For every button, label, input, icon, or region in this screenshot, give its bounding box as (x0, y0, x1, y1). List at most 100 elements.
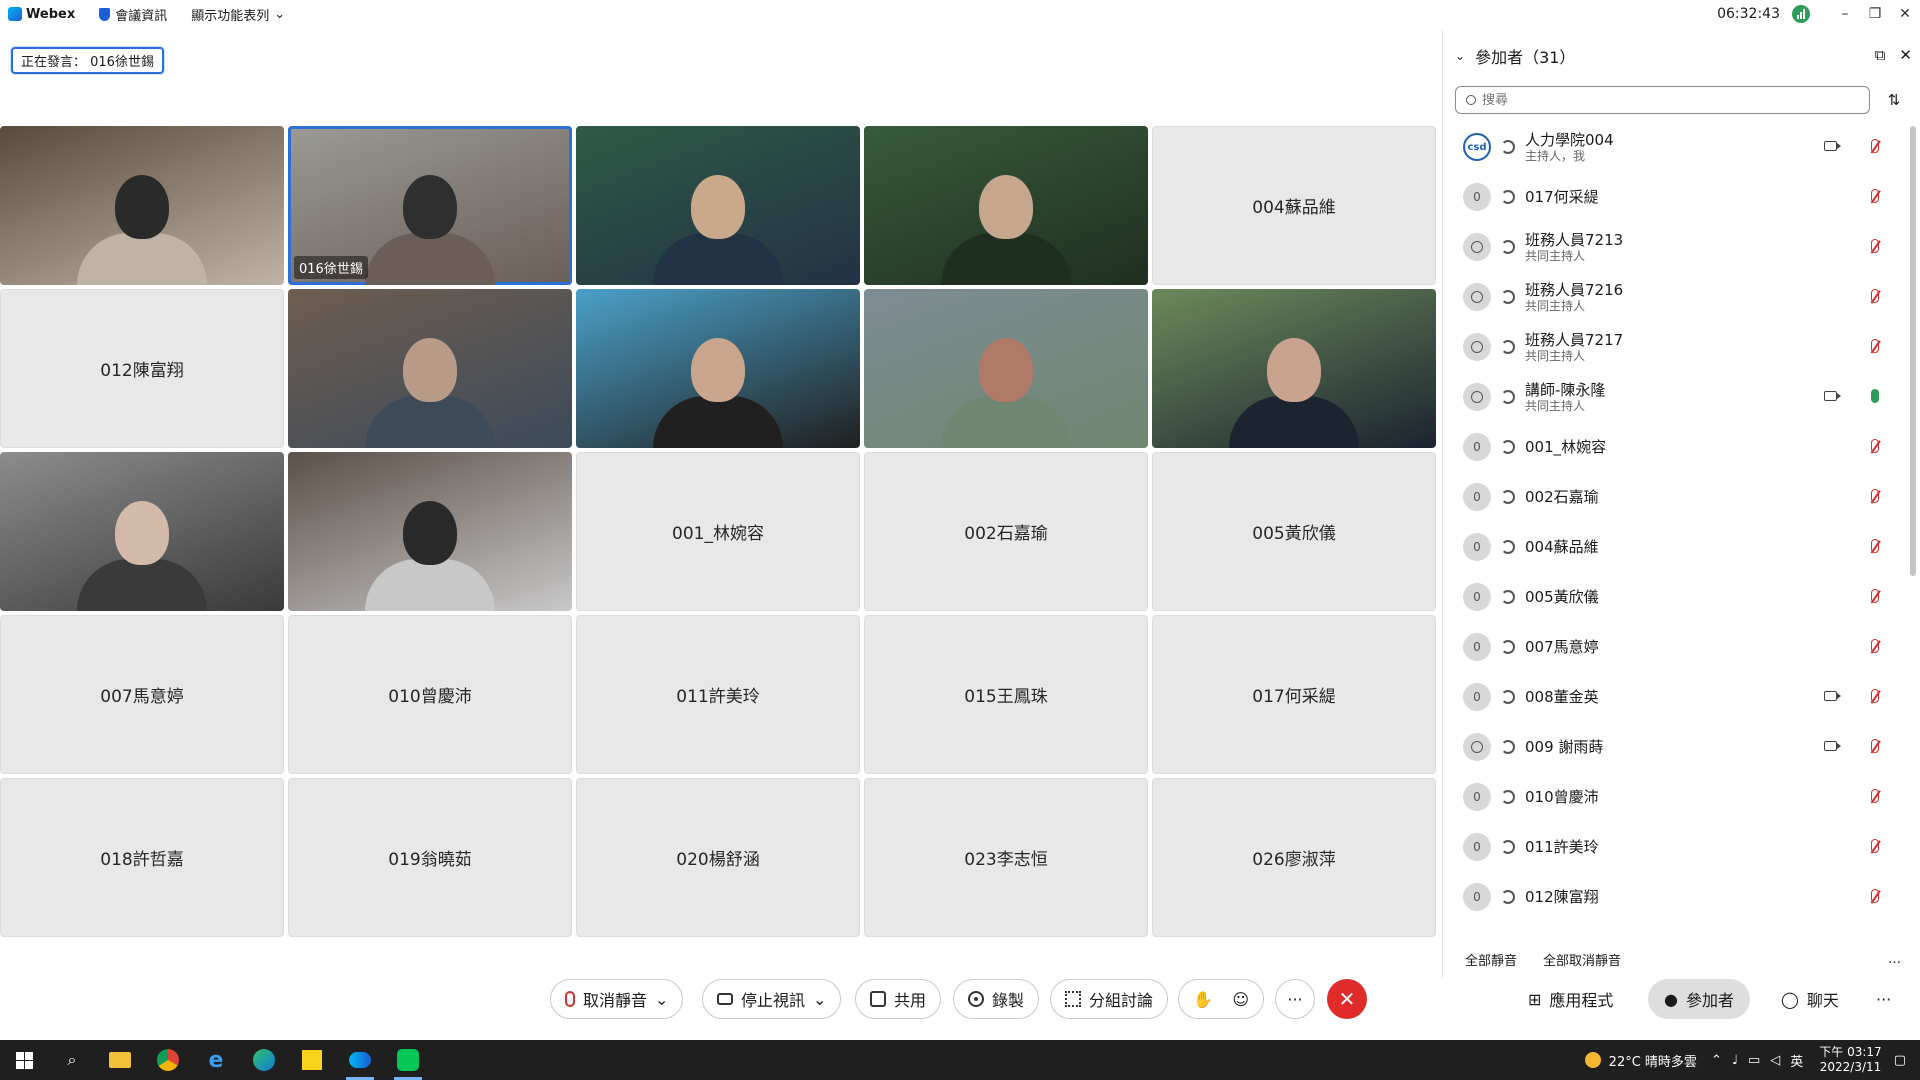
taskbar-chrome[interactable] (144, 1040, 192, 1080)
participant-tile[interactable]: 017何采緹 (1152, 615, 1436, 774)
participant-search[interactable] (1455, 86, 1870, 114)
unmute-button[interactable]: 取消靜音 ⌄ (550, 979, 684, 1019)
participant-tile[interactable]: 026廖淑萍 (1152, 778, 1436, 937)
network-health-icon[interactable] (1792, 5, 1810, 23)
participant-video-tile[interactable] (576, 126, 860, 285)
mic-icon[interactable] (1871, 389, 1879, 403)
taskbar-clock[interactable]: 下午 03:17 2022/3/11 (1819, 1045, 1881, 1075)
participant-tile[interactable]: 020楊舒涵 (576, 778, 860, 937)
mute-all-button[interactable]: 全部靜音 (1465, 950, 1517, 969)
participant-video-tile[interactable] (864, 289, 1148, 448)
taskbar-line[interactable] (384, 1040, 432, 1080)
sort-icon[interactable]: ⇅ (1880, 91, 1908, 109)
muted-mic-icon[interactable] (1871, 689, 1879, 703)
minimize-icon[interactable]: – (1830, 0, 1860, 28)
participant-video-tile[interactable] (576, 289, 860, 448)
chevron-down-icon[interactable]: ⌄ (655, 990, 668, 1009)
meeting-info-button[interactable]: 會議資訊 (99, 5, 167, 24)
participant-row[interactable]: 0 002石嘉瑜 (1443, 472, 1907, 522)
chevron-up-icon[interactable]: ⌃ (1711, 1053, 1722, 1068)
participant-video-tile[interactable] (0, 126, 284, 285)
participant-row[interactable]: 講師-陳永隆 共同主持人 (1443, 372, 1907, 422)
muted-mic-icon[interactable] (1871, 189, 1879, 203)
stop-video-button[interactable]: 停止視訊 ⌄ (702, 979, 842, 1019)
participant-row[interactable]: 班務人員7213 共同主持人 (1443, 222, 1907, 272)
close-window-icon[interactable]: ✕ (1890, 0, 1920, 28)
participant-row[interactable]: 0 012陳富翔 (1443, 872, 1907, 922)
muted-mic-icon[interactable] (1871, 539, 1879, 553)
notification-icon[interactable]: ▢ (1894, 1053, 1906, 1068)
participant-row[interactable]: 0 010曾慶沛 (1443, 772, 1907, 822)
participant-video-tile[interactable] (0, 452, 284, 611)
participant-video-tile[interactable] (288, 452, 572, 611)
taskbar-ie[interactable]: e (192, 1040, 240, 1080)
muted-mic-icon[interactable] (1871, 439, 1879, 453)
participant-tile[interactable]: 002石嘉瑜 (864, 452, 1148, 611)
search-taskbar-button[interactable]: ⌕ (48, 1040, 96, 1080)
overflow-menu-button[interactable]: ··· (1860, 979, 1907, 1019)
muted-mic-icon[interactable] (1871, 339, 1879, 353)
participant-list-scrollbar[interactable] (1910, 126, 1916, 576)
start-button[interactable] (0, 1040, 48, 1080)
pop-out-icon[interactable]: ⧉ (1875, 46, 1886, 64)
muted-mic-icon[interactable] (1871, 289, 1879, 303)
participant-tile[interactable]: 007馬意婷 (0, 615, 284, 774)
apps-button[interactable]: ⊞ 應用程式 (1512, 979, 1629, 1019)
participant-row[interactable]: 0 001_林婉容 (1443, 422, 1907, 472)
participant-row[interactable]: 0 008董金英 (1443, 672, 1907, 722)
participant-row[interactable]: 0 017何采緹 (1443, 172, 1907, 222)
participant-row[interactable]: 0 005黃欣儀 (1443, 572, 1907, 622)
network-icon[interactable]: ▭ (1748, 1053, 1760, 1068)
participant-tile[interactable]: 019翁曉茹 (288, 778, 572, 937)
unmute-all-button[interactable]: 全部取消靜音 (1543, 950, 1621, 969)
participant-tile[interactable]: 011許美玲 (576, 615, 860, 774)
participant-tile[interactable]: 023李志恒 (864, 778, 1148, 937)
muted-mic-icon[interactable] (1871, 239, 1879, 253)
taskbar-sticky-notes[interactable] (288, 1040, 336, 1080)
muted-mic-icon[interactable] (1871, 789, 1879, 803)
breakout-button[interactable]: 分組討論 (1050, 979, 1169, 1019)
participant-tile[interactable]: 015王鳳珠 (864, 615, 1148, 774)
panel-more-button[interactable]: … (1888, 952, 1901, 967)
participant-video-tile[interactable] (864, 126, 1148, 285)
participant-tile[interactable]: 018許哲嘉 (0, 778, 284, 937)
muted-mic-icon[interactable] (1871, 889, 1879, 903)
participant-video-tile[interactable] (1152, 289, 1436, 448)
record-button[interactable]: 錄製 (953, 979, 1040, 1019)
reactions-icon[interactable]: ☺ (1232, 990, 1249, 1009)
participant-row[interactable]: 班務人員7217 共同主持人 (1443, 322, 1907, 372)
muted-mic-icon[interactable] (1871, 589, 1879, 603)
participant-tile[interactable]: 012陳富翔 (0, 289, 284, 448)
chevron-down-icon[interactable]: ⌄ (813, 990, 826, 1009)
share-button[interactable]: 共用 (855, 979, 942, 1019)
participant-row[interactable]: 0 004蘇品維 (1443, 522, 1907, 572)
participant-tile[interactable]: 001_林婉容 (576, 452, 860, 611)
participants-button[interactable]: ● 參加者 (1648, 979, 1750, 1019)
participant-tile[interactable]: 005黃欣儀 (1152, 452, 1436, 611)
taskbar-webex[interactable] (336, 1040, 384, 1080)
weather-text[interactable]: 22°C 晴時多雲 (1609, 1051, 1697, 1070)
participant-tile[interactable]: 010曾慶沛 (288, 615, 572, 774)
close-panel-icon[interactable]: ✕ (1899, 46, 1912, 64)
participant-row[interactable]: 0 011許美玲 (1443, 822, 1907, 872)
muted-mic-icon[interactable] (1871, 139, 1879, 153)
microphone-icon[interactable]: ♩ (1732, 1053, 1738, 1068)
more-options-button[interactable]: ··· (1275, 979, 1315, 1019)
collapse-chevron-icon[interactable]: ⌄ (1455, 49, 1465, 63)
participant-tile[interactable]: 004蘇品維 (1152, 126, 1436, 285)
participant-row[interactable]: csd 人力學院004 主持人，我 (1443, 122, 1907, 172)
muted-mic-icon[interactable] (1871, 639, 1879, 653)
taskbar-edge[interactable] (240, 1040, 288, 1080)
restore-icon[interactable]: ❐ (1860, 0, 1890, 28)
taskbar-file-explorer[interactable] (96, 1040, 144, 1080)
input-method-indicator[interactable]: 英 (1790, 1051, 1803, 1070)
end-call-button[interactable]: ✕ (1327, 979, 1367, 1019)
muted-mic-icon[interactable] (1871, 489, 1879, 503)
muted-mic-icon[interactable] (1871, 839, 1879, 853)
show-menu-bar-button[interactable]: 顯示功能表列 ⌄ (191, 5, 285, 24)
participant-video-tile[interactable]: 016徐世錫 (288, 126, 572, 285)
participant-row[interactable]: 009 謝雨蒔 (1443, 722, 1907, 772)
muted-mic-icon[interactable] (1871, 739, 1879, 753)
participant-row[interactable]: 班務人員7216 共同主持人 (1443, 272, 1907, 322)
search-input[interactable] (1482, 92, 1869, 108)
